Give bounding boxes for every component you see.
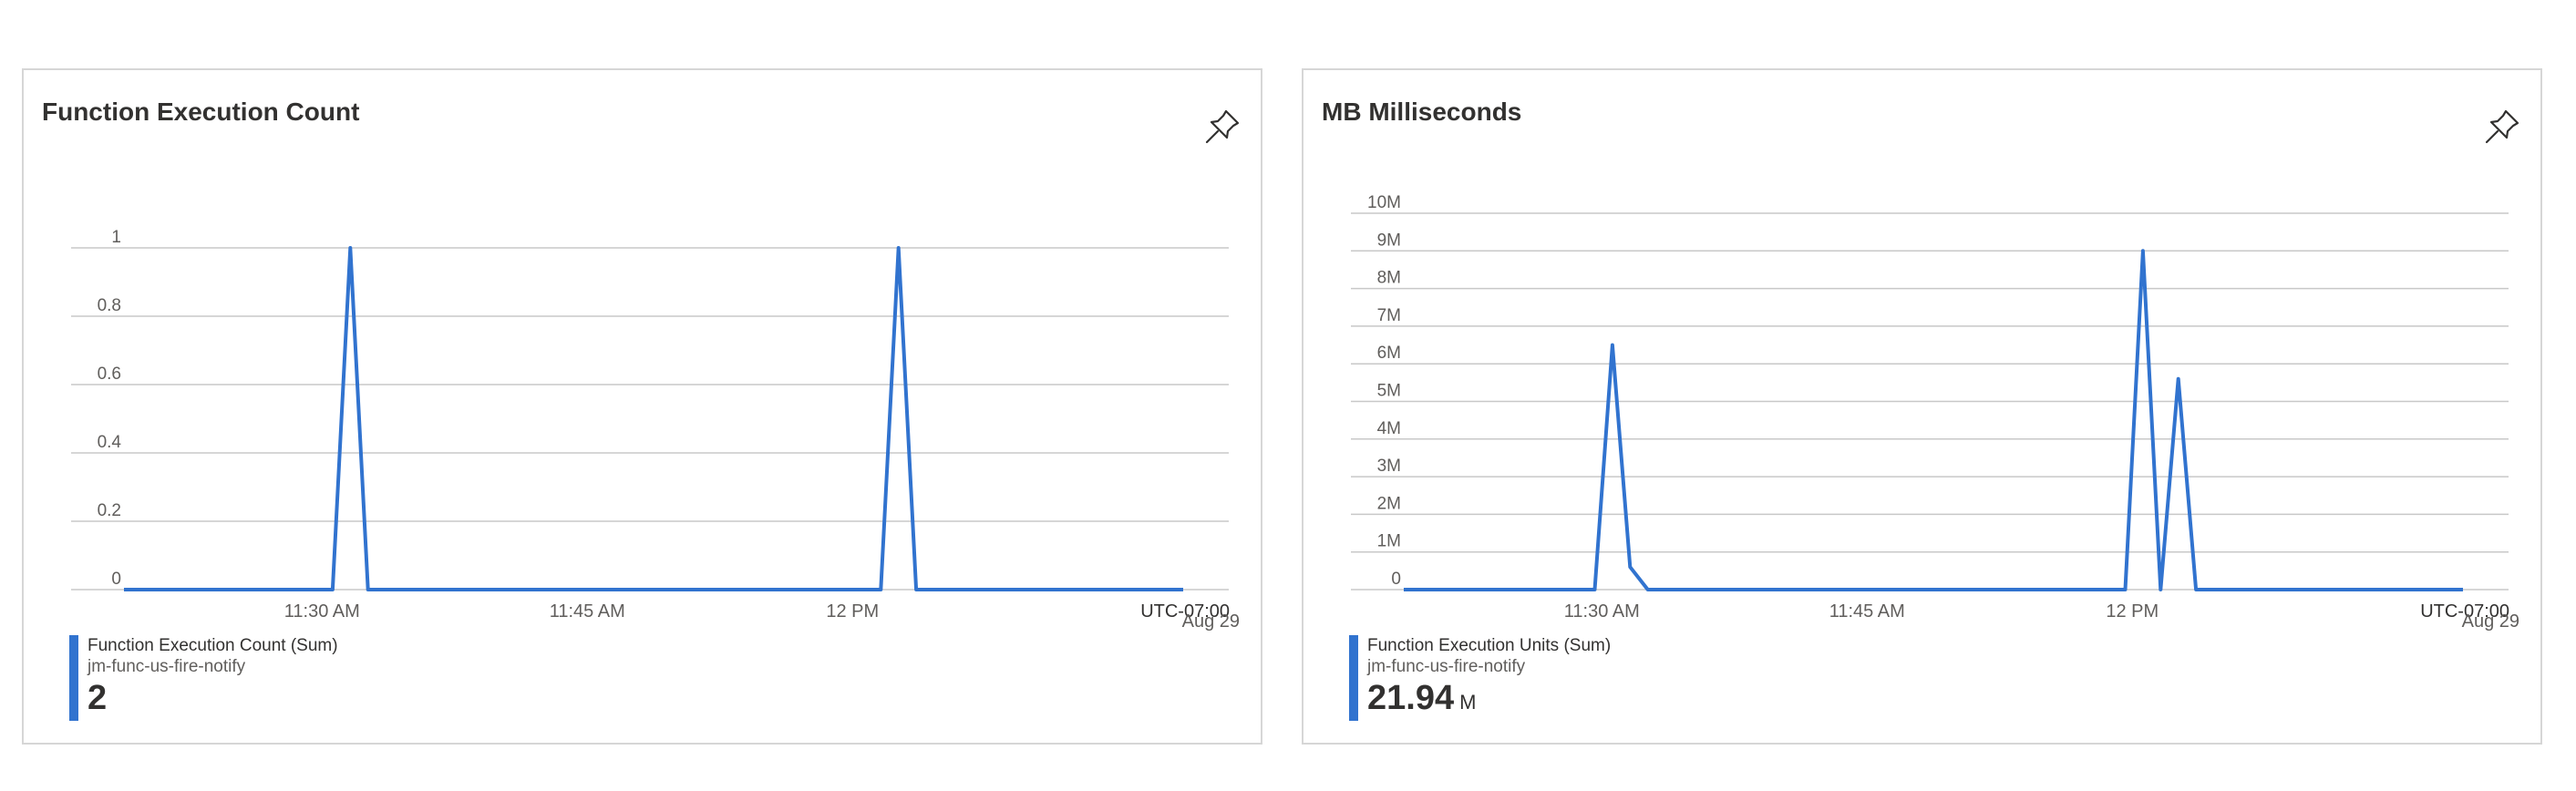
series-line [1404,249,2463,591]
function-execution-count-card: Function Execution Count 0 0.2 0.4 0.6 0.8 1 1… [22,68,1262,745]
y-tick-label: 4M [1377,419,1401,438]
y-tick-label: 0.8 [98,296,121,315]
y-tick-label: 7M [1377,306,1401,325]
mb-milliseconds-card: MB Milliseconds 0 1M 2M 3M 4M 5M 6M 7M 8M 9M 10M 11… [1302,68,2542,745]
legend-color-swatch [69,635,78,721]
y-tick-label: 0.2 [98,501,121,520]
y-tick-label: 9M [1377,231,1401,250]
y-tick-label: 8M [1377,269,1401,288]
legend-resource-name: jm-func-us-fire-notify [88,657,246,676]
y-tick-label: 2M [1377,494,1401,513]
x-tick-label: 11:30 AM [284,601,360,622]
x-tick-label: 11:30 AM [1564,601,1640,622]
series-line [124,246,1183,591]
legend-metric-name: Function Execution Units (Sum) [1367,636,1612,655]
y-tick-label: 5M [1377,382,1401,401]
x-tick-label: 11:45 AM [1829,601,1905,622]
y-tick-label: 1M [1377,532,1401,551]
legend-metric-name: Function Execution Count (Sum) [88,636,338,655]
y-tick-label: 1 [111,228,121,247]
date-label: Aug 29 [1182,611,1240,632]
x-tick-label: 12 PM [2106,601,2159,622]
legend-value-number: 2 [88,679,108,717]
x-tick-label: 12 PM [826,601,879,622]
y-tick-label: 0 [1391,570,1401,589]
legend-value-number: 21.94 [1367,679,1455,717]
y-tick-label: 0.6 [98,365,121,384]
legend-summary-value: 2 [88,677,338,724]
legend-summary-value: 21.94 M [1367,677,1611,724]
y-tick-label: 0 [111,570,121,589]
date-label: Aug 29 [2462,611,2519,632]
legend-value-unit: M [1459,691,1477,714]
y-tick-label: 3M [1377,457,1401,476]
y-tick-label: 6M [1377,344,1401,363]
legend-color-swatch [1349,635,1358,721]
x-tick-label: 11:45 AM [550,601,625,622]
legend-resource-name: jm-func-us-fire-notify [1367,657,1526,676]
y-tick-label: 0.4 [98,433,122,452]
y-tick-label: 10M [1367,193,1401,212]
